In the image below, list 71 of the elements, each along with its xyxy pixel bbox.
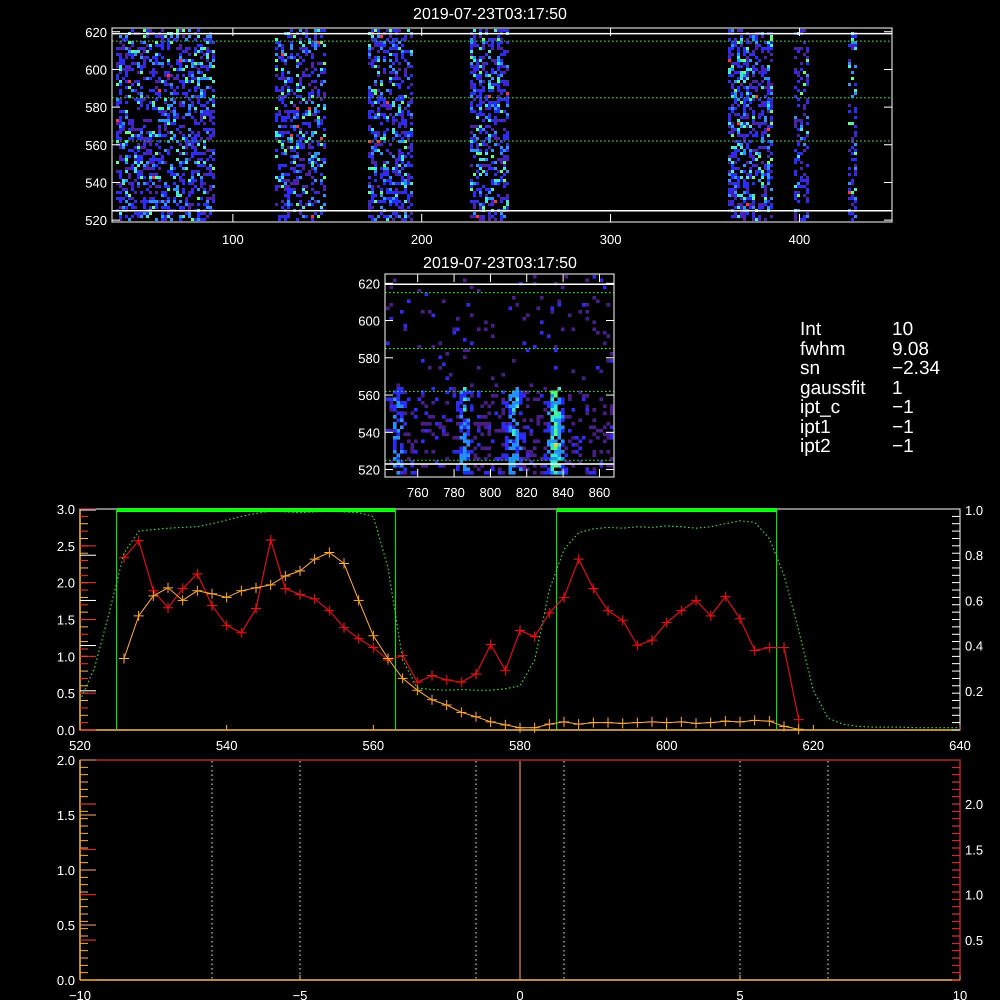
axis-label: 1.5 bbox=[965, 842, 984, 858]
axis-label: 400 bbox=[788, 232, 810, 247]
axis-label: 540 bbox=[358, 425, 380, 440]
axis-label: 1.0 bbox=[56, 649, 75, 664]
axis-label: 620 bbox=[358, 276, 380, 292]
axis-label: 600 bbox=[656, 738, 678, 753]
axis-label: 620 bbox=[802, 738, 824, 753]
parameter-value: −1 bbox=[892, 437, 915, 456]
axis-label: 200 bbox=[410, 232, 433, 247]
axis-label: 0.5 bbox=[56, 918, 75, 933]
axis-label: 2.0 bbox=[56, 755, 75, 768]
axis-label: 640 bbox=[949, 738, 971, 753]
axis-label: 580 bbox=[85, 100, 107, 116]
parameter-value: 10 bbox=[892, 320, 914, 340]
parameter-name: gaussfit bbox=[800, 378, 866, 398]
axis-label: 0.0 bbox=[56, 973, 75, 988]
axis-label: 5 bbox=[736, 988, 744, 1000]
parameter-value: 9.08 bbox=[892, 340, 930, 359]
axis-label: 780 bbox=[443, 485, 465, 498]
axis-label: 2.0 bbox=[965, 797, 984, 812]
parameter-name: Int bbox=[800, 320, 822, 340]
axis-label: 0.6 bbox=[965, 593, 984, 608]
axis-label: 1.0 bbox=[965, 888, 984, 903]
chart-title: 2019-07-23T03:17:50 bbox=[413, 6, 567, 23]
axis-label: 0 bbox=[516, 988, 524, 1000]
axis-label: 580 bbox=[358, 350, 380, 366]
axis-label: 0.5 bbox=[965, 933, 984, 948]
parameter-value: −1 bbox=[892, 398, 915, 418]
parameter-name: ipt2 bbox=[800, 437, 832, 456]
axis-label: 520 bbox=[358, 462, 380, 478]
axis-label: 820 bbox=[516, 485, 538, 498]
axis-label: 760 bbox=[406, 485, 429, 498]
axis-label: 540 bbox=[216, 738, 238, 753]
axis-label: 580 bbox=[509, 738, 531, 753]
axis-label: 840 bbox=[552, 485, 574, 498]
axis-label: 2.5 bbox=[56, 538, 75, 554]
axis-label: 0.5 bbox=[56, 686, 75, 702]
parameter-value: −2.34 bbox=[892, 359, 940, 378]
axis-label: 100 bbox=[222, 232, 244, 247]
axis-label: 860 bbox=[588, 485, 610, 498]
axis-label: 10 bbox=[952, 988, 968, 1000]
axis-label: −10 bbox=[68, 988, 92, 1000]
parameter-name: ipt_c bbox=[800, 398, 840, 418]
axis-label: 520 bbox=[69, 738, 91, 753]
axis-label: 1.0 bbox=[56, 863, 75, 878]
axis-label: 600 bbox=[358, 314, 380, 329]
parameter-value: 1 bbox=[892, 378, 904, 398]
chart-title: 2019-07-23T03:17:50 bbox=[423, 255, 577, 272]
axis-label: 300 bbox=[600, 232, 622, 247]
parameter-name: ipt1 bbox=[800, 418, 831, 437]
axis-label: 1.5 bbox=[56, 612, 75, 628]
axis-label: 560 bbox=[362, 738, 384, 753]
axis-label: 2.0 bbox=[56, 576, 75, 591]
axis-label: 560 bbox=[358, 388, 380, 404]
axis-label: 0.2 bbox=[965, 684, 984, 699]
axis-label: 620 bbox=[85, 24, 107, 40]
axis-label: −5 bbox=[292, 988, 308, 1000]
axis-label: 600 bbox=[85, 62, 107, 78]
axis-label: 0.4 bbox=[965, 638, 984, 654]
axis-label: 560 bbox=[85, 138, 107, 153]
axis-label: 520 bbox=[85, 213, 107, 228]
axis-label: 1.5 bbox=[56, 808, 75, 823]
axis-label: 800 bbox=[480, 485, 502, 498]
parameter-name: fwhm bbox=[800, 340, 846, 359]
axis-label: 1.0 bbox=[965, 503, 984, 518]
axis-label: 540 bbox=[85, 175, 107, 190]
parameter-name: sn bbox=[800, 359, 822, 378]
axis-label: 0.0 bbox=[56, 723, 75, 738]
parameter-value: −1 bbox=[892, 418, 915, 437]
axis-label: 3.0 bbox=[56, 502, 75, 517]
axis-label: 0.8 bbox=[965, 548, 984, 564]
